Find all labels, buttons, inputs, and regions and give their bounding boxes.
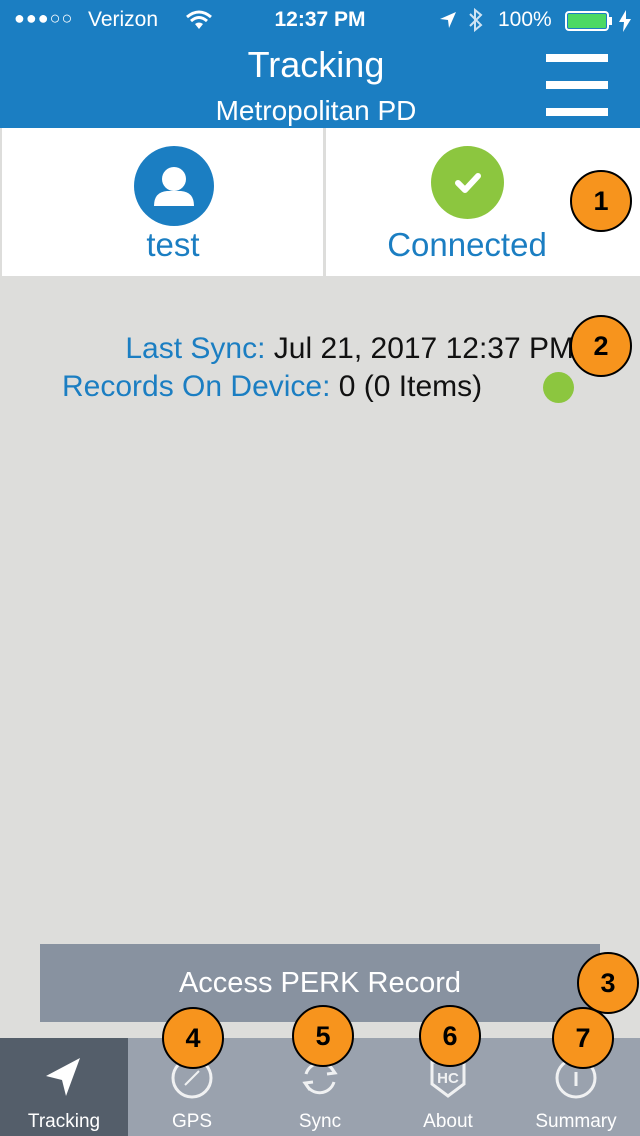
agency-name: Metropolitan PD <box>215 95 417 126</box>
tab-label: GPS <box>171 1111 213 1132</box>
user-name: test <box>146 226 200 263</box>
tab-label: About <box>423 1111 473 1132</box>
tab-label: Summary <box>535 1111 617 1132</box>
callout-badge: 5 <box>292 1005 354 1067</box>
tab-label: Tracking <box>27 1111 101 1132</box>
last-sync-label: Last Sync: <box>125 332 266 365</box>
location-arrow-icon <box>46 1058 80 1096</box>
battery-icon <box>565 11 612 31</box>
records-label: Records On Device: <box>62 370 331 403</box>
user-avatar-icon <box>134 146 214 226</box>
last-sync-value: Jul 21, 2017 12:37 PM <box>273 332 574 365</box>
callout-badge: 1 <box>570 170 632 232</box>
callout-badge: 6 <box>419 1005 481 1067</box>
last-sync-line: Last Sync: Jul 21, 2017 12:37 PM <box>125 332 574 366</box>
tab-tracking[interactable]: Tracking <box>0 1038 128 1136</box>
records-status-dot <box>543 372 574 403</box>
battery-percent: 100% <box>498 8 552 31</box>
records-value: 0 (0 Items) <box>338 370 483 403</box>
svg-text:HC: HC <box>437 1070 459 1087</box>
page-title: Tracking <box>247 44 385 85</box>
connection-status: Connected <box>387 226 547 263</box>
menu-button[interactable] <box>546 54 608 116</box>
connected-check-icon <box>431 146 504 219</box>
location-services-icon <box>440 12 456 28</box>
callout-badge: 2 <box>570 315 632 377</box>
records-line: Records On Device: 0 (0 Items) <box>62 370 482 404</box>
hamburger-icon <box>546 54 608 62</box>
callout-badge: 7 <box>552 1007 614 1069</box>
hamburger-icon-line <box>546 108 608 116</box>
callout-badge: 3 <box>577 952 639 1014</box>
bluetooth-icon <box>469 8 483 32</box>
callout-badge: 4 <box>162 1007 224 1069</box>
hamburger-icon-line <box>546 81 608 89</box>
charging-icon <box>619 10 631 32</box>
tab-label: Sync <box>298 1111 342 1132</box>
